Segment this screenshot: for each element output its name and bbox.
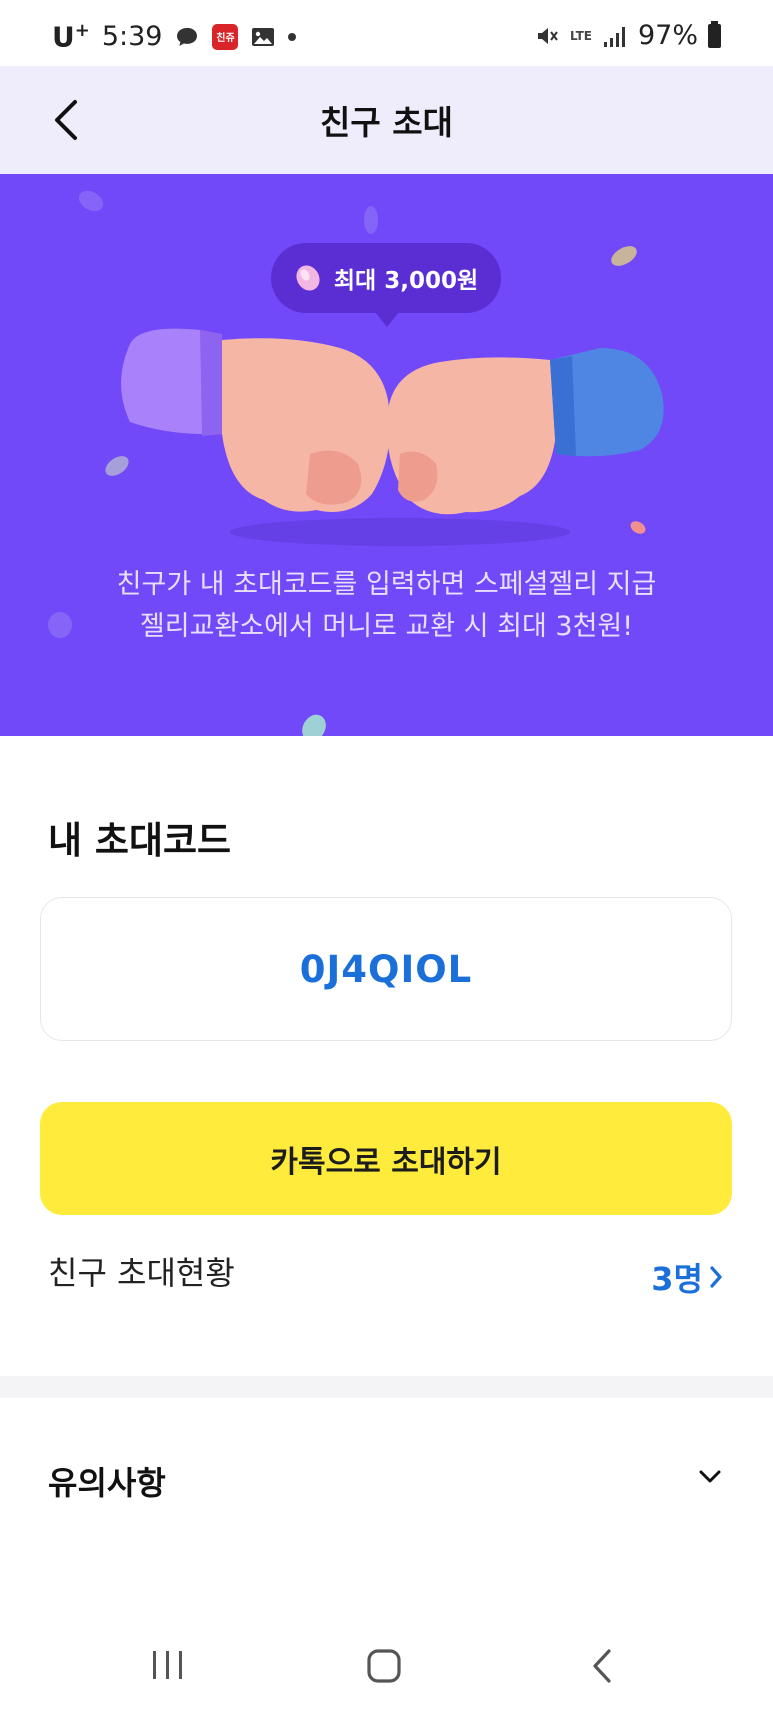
battery-percent: 97% [637,20,698,51]
promo-banner: 최대 3,000원 친구가 내 초대코드를 입력하면 스페셜젤리 지급 젤리교환… [0,174,773,736]
app-notification-icon: 친쥬 [212,23,239,50]
app-header: 친구 초대 [0,66,773,174]
status-left: U+ 5:39 친쥬 [52,20,297,54]
tooltip-text: 최대 3,000원 [333,268,479,294]
kakao-invite-label: 카톡으로 초대하기 [270,1144,502,1180]
banner-description-line2: 젤리교환소에서 머니로 교환 시 최대 3천원! [139,611,634,642]
chevron-down-icon [699,1470,721,1483]
invite-status-link[interactable]: 3명 [651,1254,723,1300]
recents-icon[interactable] [150,1648,186,1682]
confetti-decoration [75,186,107,216]
confetti-decoration [364,206,378,234]
signal-icon [603,26,625,47]
chat-bubble-icon [177,27,198,46]
page-title: 친구 초대 [320,103,453,142]
lte-indicator: LTE [569,28,592,43]
invite-code-title: 내 초대코드 [48,819,232,862]
chevron-right-icon [710,1266,722,1288]
battery-icon [708,20,721,48]
invite-code-box[interactable]: 0J4QIOL [40,897,732,1041]
status-time: 5:39 [101,21,163,53]
confetti-decoration [607,242,641,270]
back-icon[interactable] [590,1648,614,1684]
more-notifications-dot [288,32,297,41]
max-reward-tooltip: 최대 3,000원 [271,243,501,327]
system-nav-bar [0,1620,773,1718]
fist-bump-illustration [121,328,664,546]
notice-label: 유의사항 [48,1464,166,1502]
jelly-icon [296,265,320,291]
confetti-decoration [297,710,331,736]
image-icon [252,27,275,46]
status-bar: U+ 5:39 친쥬 LTE 97% [0,0,773,66]
mute-icon [537,27,558,44]
invite-status-label: 친구 초대현황 [48,1254,235,1292]
home-icon[interactable] [366,1648,402,1684]
status-right: LTE 97% [534,20,721,51]
section-divider [0,1376,773,1398]
notice-accordion[interactable]: 유의사항 [0,1436,773,1526]
kakao-invite-button[interactable]: 카톡으로 초대하기 [40,1102,732,1215]
invite-status-count: 3명 [651,1260,703,1298]
banner-description-line1: 친구가 내 초대코드를 입력하면 스페셜젤리 지급 [116,569,657,600]
banner-description: 친구가 내 초대코드를 입력하면 스페셜젤리 지급 젤리교환소에서 머니로 교환… [0,564,773,648]
invite-code-value: 0J4QIOL [299,947,473,991]
carrier-label: U+ [52,20,90,54]
